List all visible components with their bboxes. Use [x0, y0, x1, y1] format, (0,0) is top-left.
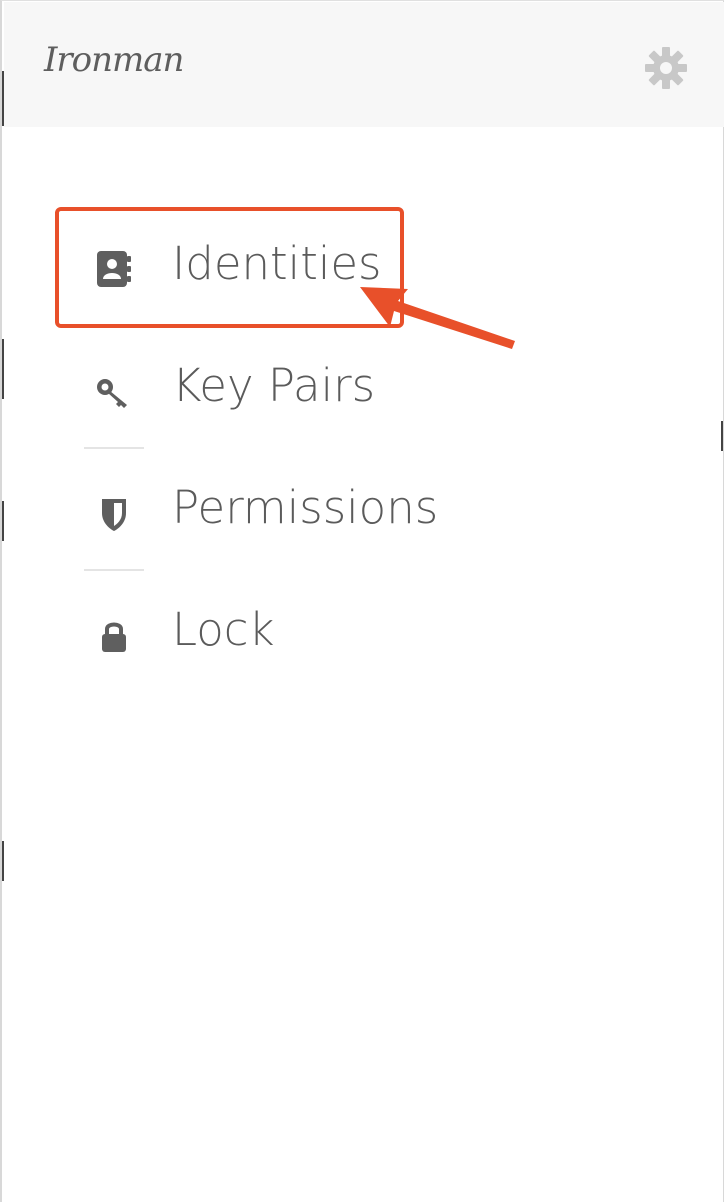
nav-divider [84, 569, 144, 571]
nav-label-lock: Lock [172, 603, 275, 656]
annotation-arrow-icon [360, 287, 515, 349]
app-window: Ironman Identities Key Pairs Permissions… [0, 0, 724, 1202]
app-header: Ironman [4, 2, 724, 127]
nav-label-permissions: Permissions [172, 481, 439, 534]
lock-icon [102, 622, 126, 652]
shield-icon [102, 499, 126, 531]
app-logo: Ironman [44, 40, 184, 80]
nav-item-permissions[interactable]: Permissions [84, 463, 644, 563]
window-edge [2, 339, 4, 399]
gear-icon[interactable] [644, 46, 688, 90]
window-edge [721, 421, 723, 451]
nav-item-lock[interactable]: Lock [84, 585, 644, 685]
window-edge [2, 841, 4, 881]
window-edge [2, 501, 4, 541]
nav-divider [84, 447, 144, 449]
key-icon [97, 379, 127, 408]
